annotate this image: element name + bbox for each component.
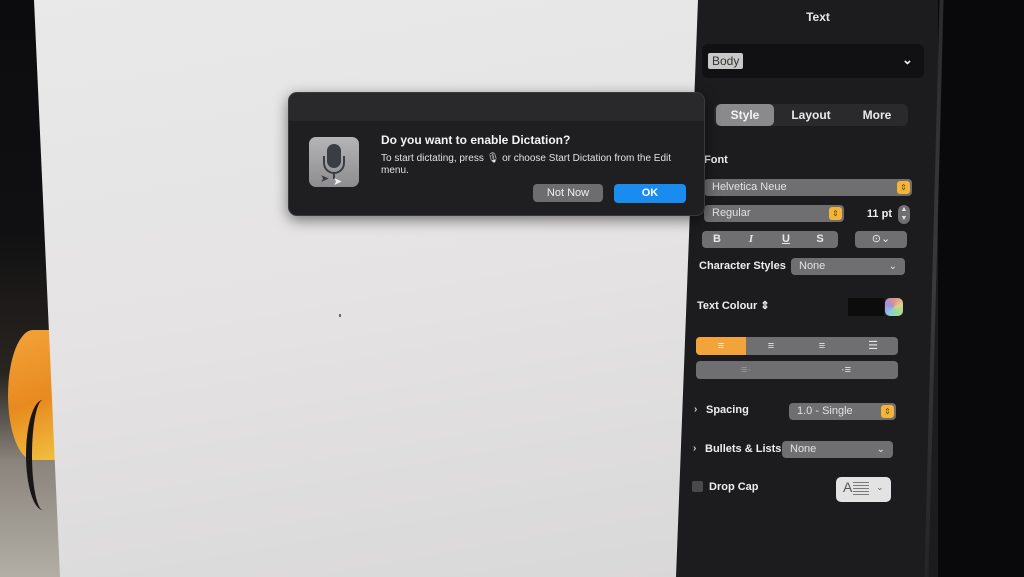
chevron-down-icon: ⌄ <box>876 444 885 455</box>
disclosure-triangle-icon[interactable]: › <box>693 443 696 454</box>
pointer-icon: ➤ <box>320 173 330 185</box>
typeface-value: Regular <box>712 207 751 219</box>
bullets-lists-label[interactable]: Bullets & Lists <box>705 443 781 455</box>
stepper-icon: ⇕ <box>897 181 910 194</box>
drop-cap-checkbox[interactable] <box>692 481 703 492</box>
spacing-label[interactable]: Spacing <box>706 404 749 416</box>
typeface-popup[interactable]: Regular ⇕ <box>704 205 844 222</box>
text-colour-label[interactable]: Text Colour ⇕ <box>697 299 770 312</box>
italic-button[interactable]: I <box>741 231 761 248</box>
indent-buttons: ≡· ·≡ <box>696 361 898 379</box>
inspector-title: Text <box>806 10 830 24</box>
increase-indent-button[interactable]: ·≡ <box>796 361 896 379</box>
spacing-value: 1.0 - Single <box>797 405 853 417</box>
spacing-popup[interactable]: 1.0 - Single ⇕ <box>789 403 896 420</box>
font-size-stepper[interactable]: ▲ ▼ <box>898 205 910 224</box>
tab-style[interactable]: Style <box>716 104 774 126</box>
drop-cap-preview-icon: A <box>843 479 853 495</box>
color-wheel-icon[interactable] <box>885 298 903 316</box>
align-right-button[interactable]: ≡ <box>797 337 847 355</box>
bullets-lists-popup[interactable]: None ⌄ <box>782 441 893 458</box>
character-styles-label: Character Styles <box>699 260 786 272</box>
align-justify-button[interactable]: ☰ <box>848 337 898 355</box>
character-styles-value: None <box>799 260 826 272</box>
font-family-value: Helvetica Neue <box>712 181 787 193</box>
dialog-title: Do you want to enable Dictation? <box>381 133 571 147</box>
bullets-lists-value: None <box>790 443 817 455</box>
text-insertion-cursor <box>339 314 341 317</box>
character-styles-popup[interactable]: None ⌄ <box>791 258 905 275</box>
not-now-button[interactable]: Not Now <box>533 184 603 202</box>
advanced-options-button[interactable]: ⊙⌄ <box>855 231 907 248</box>
text-lines-icon <box>853 482 869 496</box>
font-section-label: Font <box>704 154 728 166</box>
alignment-buttons: ≡ ≡ ≡ ☰ <box>696 337 898 355</box>
strikethrough-button[interactable]: S <box>810 231 830 248</box>
align-center-button[interactable]: ≡ <box>746 337 796 355</box>
chevron-down-icon[interactable]: ⌄ <box>902 52 913 68</box>
stepper-icon: ⇕ <box>881 405 894 418</box>
document-canvas[interactable] <box>34 0 699 577</box>
disclosure-triangle-icon[interactable]: › <box>694 404 697 415</box>
tab-more[interactable]: More <box>852 104 902 126</box>
underline-button[interactable]: U <box>776 231 796 248</box>
mouse-cursor-icon: ➤ <box>333 176 343 188</box>
dialog-message: To start dictating, press 🎙 or choose St… <box>381 153 672 176</box>
font-size-field[interactable]: 11 pt <box>856 206 896 223</box>
text-colour-well[interactable] <box>848 298 884 316</box>
bold-button[interactable]: B <box>707 231 727 248</box>
paragraph-style-name[interactable]: Body <box>708 53 744 69</box>
chevron-down-icon: ⌄ <box>888 261 897 272</box>
font-family-popup[interactable]: Helvetica Neue ⇕ <box>704 179 912 196</box>
align-left-button[interactable]: ≡ <box>696 337 746 355</box>
decrease-indent-button[interactable]: ≡· <box>696 361 796 379</box>
screen: Text Body ⌄ Style Layout More Font Helve… <box>0 0 1024 577</box>
stepper-icon: ⇕ <box>829 207 842 220</box>
drop-cap-label: Drop Cap <box>709 481 759 493</box>
tab-layout[interactable]: Layout <box>780 104 842 126</box>
ok-button[interactable]: OK <box>614 184 686 203</box>
chevron-down-icon: ⌄ <box>876 482 884 492</box>
dialog-titlebar <box>289 93 704 121</box>
